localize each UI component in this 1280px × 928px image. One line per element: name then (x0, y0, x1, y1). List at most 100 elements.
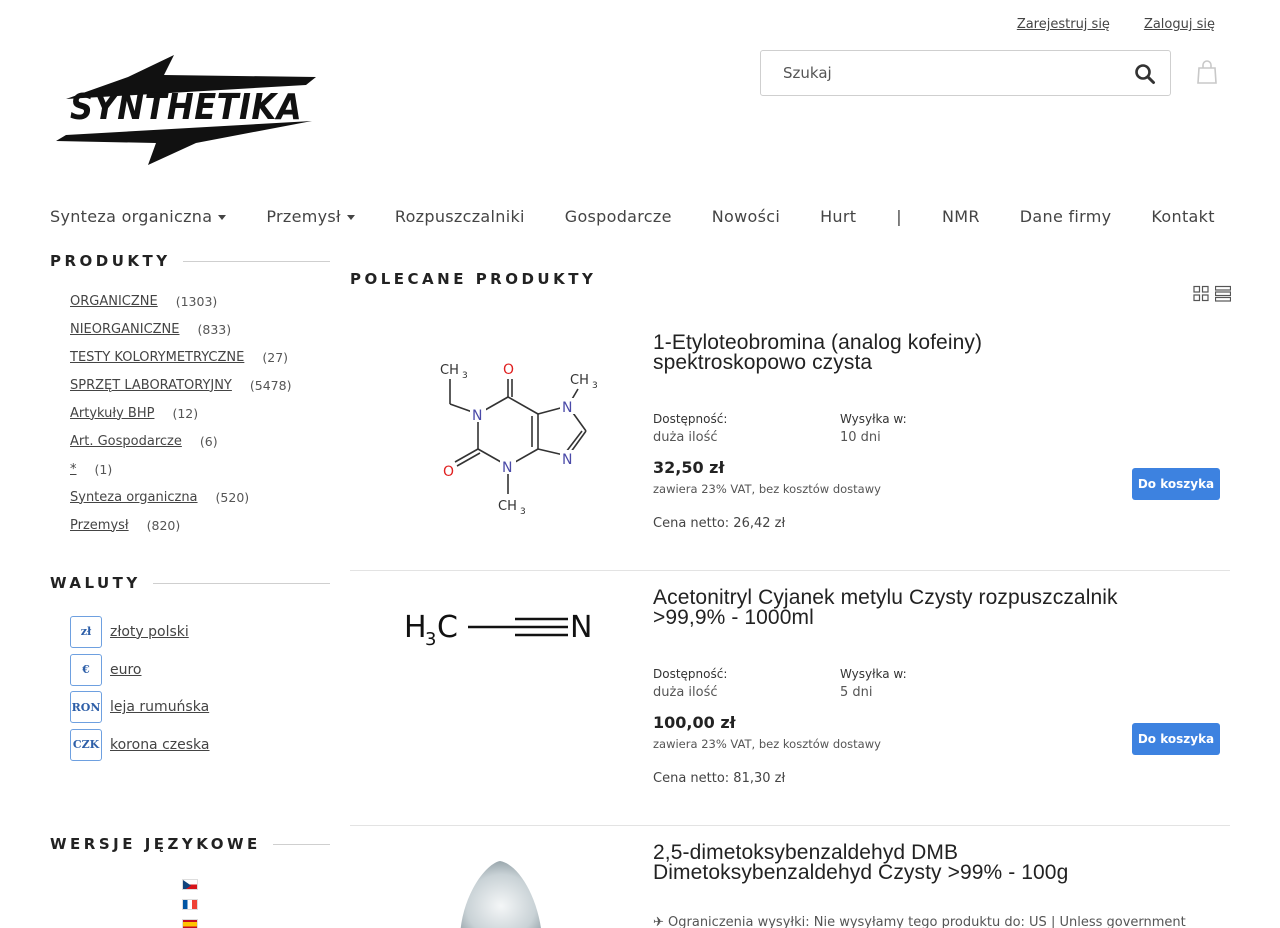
currency-link[interactable]: złoty polski (110, 624, 189, 640)
currency-heading: WALUTY (50, 574, 330, 592)
shipping-label: Wysyłka w: (840, 412, 907, 426)
product-title[interactable]: Acetonitryl Cyjanek metylu Czysty rozpus… (653, 587, 1223, 628)
nav-przemysl[interactable]: Przemysł (266, 207, 355, 226)
product-title[interactable]: 2,5-dimetoksybenzaldehyd DMB Dimetoksybe… (653, 842, 1223, 884)
svg-text:O: O (443, 464, 454, 480)
category-item: Art. Gospodarcze (6) (70, 427, 291, 455)
product-title[interactable]: 1-Etyloteobromina (analog kofeiny) spekt… (653, 331, 1223, 374)
availability-label: Dostępność: (653, 412, 728, 426)
spanish-flag-icon[interactable] (182, 919, 198, 928)
category-link[interactable]: Art. Gospodarcze (70, 434, 182, 449)
category-link[interactable]: NIEORGANICZNE (70, 322, 179, 337)
currency-link[interactable]: leja rumuńska (110, 699, 209, 715)
main-navigation: Synteza organiczna Przemysł Rozpuszczaln… (50, 207, 1215, 226)
currency-symbol-icon: € (70, 653, 102, 686)
product-title-line: Dimetoksybenzaldehyd Czysty >99% - 100g (653, 861, 1069, 884)
nav-separator: | (896, 207, 902, 226)
shipping-label: Wysyłka w: (840, 667, 907, 681)
category-count: (820) (146, 517, 181, 533)
add-to-cart-button[interactable]: Do koszyka (1132, 468, 1220, 500)
product-photo[interactable] (400, 856, 600, 928)
currency-list: zł złoty polski € euro RON leja rumuńska CZ… (70, 613, 209, 764)
category-link[interactable]: Przemysł (70, 518, 129, 533)
category-count: (5478) (249, 377, 292, 393)
svg-text:CH: CH (440, 363, 459, 378)
net-price: Cena netto: 81,30 zł (653, 771, 786, 786)
products-heading: PRODUKTY (50, 252, 330, 270)
cart-icon[interactable] (1197, 60, 1217, 84)
category-link[interactable]: * (70, 462, 77, 477)
availability-label: Dostępność: (653, 667, 728, 681)
category-count: (6) (199, 433, 218, 449)
synthetika-logo[interactable]: SYNTHETIKA (56, 55, 318, 165)
category-item: Przemysł (820) (70, 511, 291, 539)
add-to-cart-button[interactable]: Do koszyka (1132, 723, 1220, 755)
vat-note: zawiera 23% VAT, bez kosztów dostawy (653, 482, 881, 496)
svg-text:N: N (562, 452, 572, 468)
category-item: Artykuły BHP (12) (70, 399, 291, 427)
nav-nowosci[interactable]: Nowości (712, 207, 780, 226)
category-item: TESTY KOLORYMETRYCZNE (27) (70, 343, 291, 371)
svg-text:N: N (502, 460, 512, 476)
category-count: (1) (94, 461, 113, 477)
currency-item[interactable]: CZK korona czeska (70, 726, 209, 764)
nav-hurt[interactable]: Hurt (820, 207, 856, 226)
login-link[interactable]: Zaloguj się (1144, 17, 1215, 32)
currency-symbol-icon: CZK (70, 728, 102, 761)
search-box (760, 50, 1171, 96)
nav-label: Przemysł (266, 207, 341, 226)
register-link[interactable]: Zarejestruj się (1017, 17, 1110, 32)
category-count: (27) (262, 349, 289, 365)
category-link[interactable]: ORGANICZNE (70, 294, 158, 309)
search-input[interactable] (761, 53, 1121, 93)
nav-gospodarcze[interactable]: Gospodarcze (565, 207, 672, 226)
vat-note: zawiera 23% VAT, bez kosztów dostawy (653, 737, 881, 751)
net-price: Cena netto: 26,42 zł (653, 516, 786, 531)
svg-text:3: 3 (520, 507, 526, 514)
molecule-image[interactable]: N N N N O O CH 3 CH 3 CH 3 (400, 334, 600, 514)
nav-nmr[interactable]: NMR (942, 207, 980, 226)
product-card: N N N N O O CH 3 CH 3 CH 3 1-Etyloteobro… (350, 316, 1230, 571)
currency-item[interactable]: zł złoty polski (70, 613, 209, 651)
category-count: (12) (172, 405, 199, 421)
category-link[interactable]: Synteza organiczna (70, 490, 198, 505)
shipping-value: 10 dni (840, 430, 881, 445)
category-count: (1303) (175, 293, 218, 309)
nav-synteza-organiczna[interactable]: Synteza organiczna (50, 207, 227, 226)
currency-item[interactable]: € euro (70, 651, 209, 689)
product-title-line: spektroskopowo czysta (653, 351, 873, 374)
category-link[interactable]: Artykuły BHP (70, 406, 154, 421)
svg-text:3: 3 (462, 371, 468, 381)
currency-link[interactable]: euro (110, 662, 142, 678)
currency-link[interactable]: korona czeska (110, 737, 209, 753)
currency-symbol-icon: zł (70, 615, 102, 648)
featured-products-heading: POLECANE PRODUKTY (350, 270, 597, 288)
svg-text:3: 3 (425, 629, 436, 650)
nav-dane-firmy[interactable]: Dane firmy (1020, 207, 1112, 226)
svg-text:H: H (404, 610, 427, 645)
logo-text: SYNTHETIKA (70, 87, 302, 128)
svg-text:N: N (570, 610, 592, 645)
svg-text:3: 3 (592, 381, 598, 391)
grid-view-icon[interactable] (1193, 285, 1209, 302)
shipping-value: 5 dni (840, 685, 873, 700)
category-link[interactable]: TESTY KOLORYMETRYCZNE (70, 350, 244, 365)
nav-rozpuszczalniki[interactable]: Rozpuszczalniki (395, 207, 525, 226)
category-item: ORGANICZNE (1303) (70, 287, 291, 315)
search-icon[interactable] (1134, 63, 1156, 85)
nav-label: Synteza organiczna (50, 207, 213, 226)
list-view-icon[interactable] (1215, 285, 1231, 302)
category-count: (520) (215, 489, 250, 505)
availability-value: duża ilość (653, 430, 718, 445)
french-flag-icon[interactable] (182, 899, 198, 910)
language-heading-text: WERSJE JĘZYKOWE (50, 835, 261, 853)
product-title-line: 1-Etyloteobromina (analog kofeiny) (653, 331, 983, 354)
czech-flag-icon[interactable] (182, 879, 198, 890)
heading-divider (272, 843, 330, 845)
view-toggle (1193, 285, 1231, 302)
language-flags (182, 879, 198, 928)
currency-item[interactable]: RON leja rumuńska (70, 688, 209, 726)
category-link[interactable]: SPRZĘT LABORATORYJNY (70, 378, 232, 393)
nav-kontakt[interactable]: Kontakt (1151, 207, 1214, 226)
molecule-image[interactable]: H 3 C N (400, 589, 600, 769)
